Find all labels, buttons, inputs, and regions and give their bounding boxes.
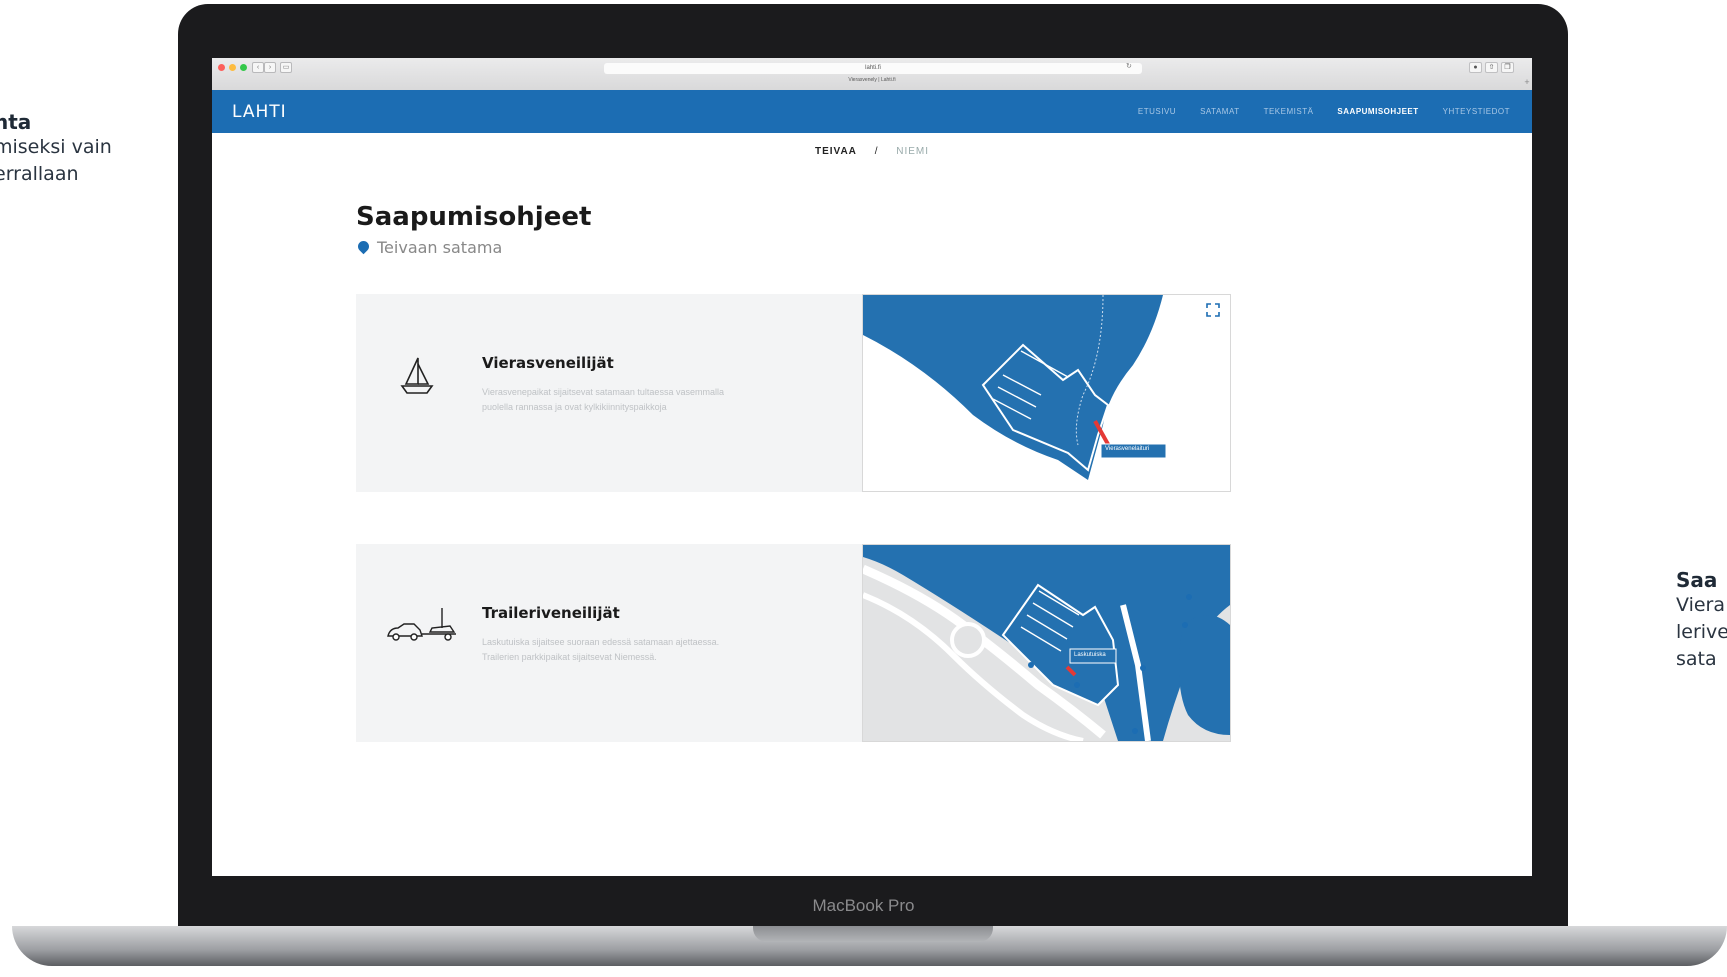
laptop-notch — [753, 926, 993, 942]
extension-icon[interactable]: ● — [1469, 62, 1482, 73]
minimize-window-button[interactable] — [229, 64, 236, 71]
side-caption-right: Saa Viera lerive sata — [1676, 568, 1727, 673]
map-label: Vierasvenelaituri — [1105, 446, 1150, 452]
main-menu: ETUSIVU SATAMAT TEKEMISTÄ SAAPUMISOHJEET… — [1138, 107, 1510, 116]
zoom-window-button[interactable] — [240, 64, 247, 71]
menu-item-saapumisohjeet[interactable]: SAAPUMISOHJEET — [1337, 107, 1418, 116]
forward-button[interactable]: › — [264, 62, 276, 73]
menu-item-tekemista[interactable]: TEKEMISTÄ — [1264, 107, 1314, 116]
new-tab-button[interactable]: + — [1522, 77, 1532, 89]
side-caption-title: nta — [0, 110, 32, 134]
card-description: Laskutuiska sijaitsee suoraan edessä sat… — [482, 637, 720, 662]
tab-teivaa[interactable]: TEIVAA — [815, 146, 857, 157]
launch-map[interactable]: Laskutuiska — [862, 544, 1231, 742]
card-heading: Vierasveneilijät — [482, 354, 614, 372]
site-header: LAHTI ETUSIVU SATAMAT TEKEMISTÄ SAAPUMIS… — [212, 90, 1532, 133]
reload-icon[interactable]: ↻ — [1126, 62, 1132, 70]
guest-boaters-card: Vierasveneilijät Vierasvenepaikat sijait… — [356, 294, 1231, 492]
tab-title[interactable]: Vierasvenely | Lahti.fi — [212, 77, 1532, 83]
car-trailer-icon — [386, 606, 460, 651]
menu-item-etusivu[interactable]: ETUSIVU — [1138, 107, 1176, 116]
page-title: Saapumisohjeet — [356, 202, 592, 232]
address-bar[interactable]: lahti.fi — [604, 63, 1142, 74]
card-description: Vierasvenepaikat sijaitsevat satamaan tu… — [482, 387, 724, 412]
back-button[interactable]: ‹ — [252, 62, 264, 73]
side-caption-line: Viera — [1676, 594, 1726, 616]
device-label: MacBook Pro — [812, 896, 915, 915]
location-name: Teivaan satama — [377, 238, 503, 257]
fullscreen-icon[interactable] — [1206, 303, 1220, 322]
sailboat-icon — [396, 354, 438, 401]
harbor-tabs: TEIVAA / NIEMI — [212, 146, 1532, 157]
side-caption-line: sata — [1676, 648, 1717, 670]
window-controls — [218, 64, 247, 71]
browser-toolbar: ‹ › ▭ lahti.fi ↻ Vierasvenely | Lahti.fi… — [212, 58, 1532, 91]
close-window-button[interactable] — [218, 64, 225, 71]
side-caption-line: miseksi vain — [0, 136, 112, 158]
side-caption-line: lerive — [1676, 621, 1727, 643]
screen: ‹ › ▭ lahti.fi ↻ Vierasvenely | Lahti.fi… — [212, 58, 1532, 876]
browser-actions: ● ⇧ ❐ — [1469, 62, 1514, 73]
logo[interactable]: LAHTI — [232, 102, 287, 122]
card-heading: Traileriveneilijät — [482, 604, 620, 622]
side-caption-title: Saa — [1676, 568, 1718, 592]
location-pin-icon — [355, 238, 372, 255]
share-icon[interactable]: ⇧ — [1485, 62, 1498, 73]
menu-item-yhteystiedot[interactable]: YHTEYSTIEDOT — [1443, 107, 1510, 116]
tab-niemi[interactable]: NIEMI — [896, 146, 929, 157]
harbor-map[interactable]: Vierasvenelaituri — [862, 294, 1231, 492]
side-caption-line: errallaan — [0, 163, 79, 185]
side-caption-left: nta miseksi vain errallaan — [0, 110, 160, 188]
trailer-boaters-card: Traileriveneilijät Laskutuiska sijaitsee… — [356, 544, 1231, 742]
map-label: Laskutuiska — [1074, 652, 1106, 658]
location-subtitle: Teivaan satama — [355, 238, 503, 257]
sidebar-toggle-button[interactable]: ▭ — [280, 62, 292, 73]
tab-separator: / — [874, 146, 879, 157]
menu-item-satamat[interactable]: SATAMAT — [1200, 107, 1240, 116]
tabs-overview-icon[interactable]: ❐ — [1501, 62, 1514, 73]
